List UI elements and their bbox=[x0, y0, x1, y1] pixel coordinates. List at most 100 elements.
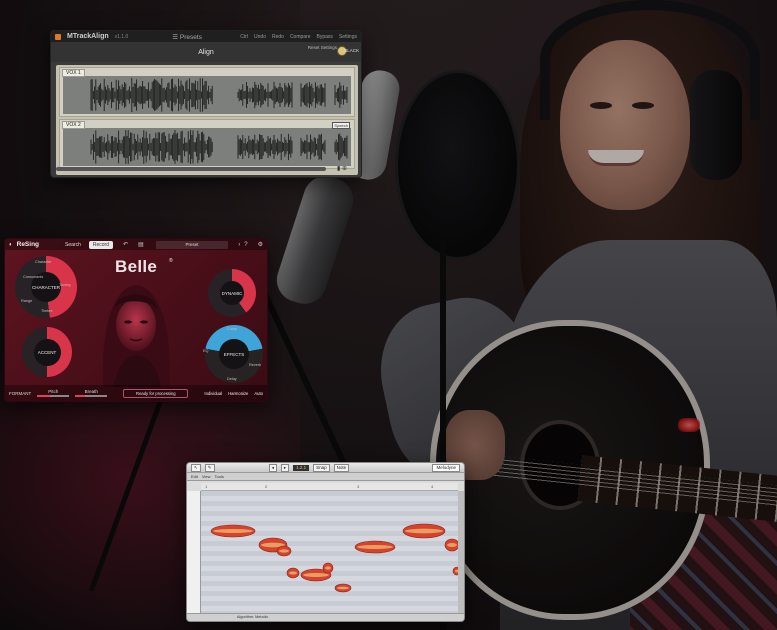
ruler-mark: 2 bbox=[265, 484, 268, 489]
pitch-label: Pitch bbox=[48, 389, 59, 394]
app-name: MTrackAlign bbox=[67, 33, 109, 40]
voice-model-portrait bbox=[102, 285, 170, 387]
pitch-slider[interactable] bbox=[37, 395, 70, 397]
auto-option[interactable]: Auto bbox=[254, 391, 263, 396]
dynamic-dial-label: DYNAMIC bbox=[220, 281, 244, 305]
resing-brand: ReSing bbox=[16, 241, 40, 248]
note-blobs[interactable] bbox=[201, 491, 460, 615]
character-sublabel: Character bbox=[35, 260, 52, 264]
effects-dial-label: EFFECTS bbox=[219, 339, 249, 369]
track-vox-1[interactable]: VOX 1 bbox=[59, 67, 355, 117]
breath-label: Breath bbox=[84, 389, 98, 394]
pitch-editor-toolbar: ↖ ✎ ◂ ▸ 1.2.1 Snap Note Melodyne bbox=[187, 463, 464, 473]
menu-edit[interactable]: Edit bbox=[191, 474, 198, 479]
align-header: Align Reset Settings BLACK bbox=[51, 42, 361, 62]
note-blob-highlight bbox=[337, 586, 349, 590]
tab-search[interactable]: Search bbox=[61, 241, 85, 249]
editor-mode-label[interactable]: Melodyne bbox=[432, 463, 460, 472]
waveform-vox-1 bbox=[90, 78, 348, 112]
dynamic-dial[interactable]: DYNAMIC bbox=[208, 269, 256, 317]
zoom-icons[interactable]: ▮ ⊕ bbox=[337, 165, 347, 172]
note-blob-highlight bbox=[357, 545, 393, 549]
ruler-mark: 3 bbox=[357, 484, 360, 489]
breath-slider[interactable] bbox=[75, 395, 108, 397]
speech-badge[interactable]: Speech bbox=[332, 122, 350, 129]
effects-dial[interactable]: EFFECTS bbox=[205, 325, 263, 383]
pitch-editor-status: Algorithm: Melodic bbox=[187, 613, 464, 621]
preset-field[interactable]: Preset bbox=[155, 240, 229, 249]
toolbar-redo[interactable]: Redo bbox=[272, 34, 284, 40]
effects-reverb-label[interactable]: Reverb bbox=[249, 363, 261, 367]
note-blob-highlight bbox=[289, 571, 297, 575]
note-blob-highlight bbox=[325, 566, 331, 570]
effects-comp-label[interactable]: Comp bbox=[227, 327, 237, 331]
vertical-scrollbar[interactable] bbox=[458, 491, 464, 615]
processing-status-button[interactable]: Ready for processing bbox=[123, 388, 189, 398]
pitch-editor-menu: Edit View Tools bbox=[187, 473, 464, 481]
resing-bottom-bar: FORMANT Pitch Breath Ready for processin… bbox=[5, 385, 267, 401]
app-version: v1.1.0 bbox=[114, 33, 129, 40]
voice-name: Belle bbox=[115, 257, 158, 276]
tuning-sublabel: Tuning bbox=[59, 283, 71, 287]
mtrackalign-toolbar: Ctrl Undo Redo Compare Bypass Settings bbox=[240, 34, 357, 40]
toolbar-settings[interactable]: Settings bbox=[339, 34, 357, 40]
timeline-ruler[interactable]: 1 2 3 4 bbox=[201, 483, 458, 491]
breath-control[interactable]: Breath bbox=[75, 389, 108, 397]
pitch-editor-window: ↖ ✎ ◂ ▸ 1.2.1 Snap Note Melodyne Edit Vi… bbox=[186, 462, 465, 622]
harmonize-option[interactable]: Harmonize bbox=[228, 391, 248, 396]
track-vox-2[interactable]: VOX 2 Speech bbox=[59, 119, 355, 169]
help-icon[interactable]: ? bbox=[244, 242, 247, 248]
resing-window: ◐ ReSing Search Record ↶ ▤ Preset › ? ⚙ … bbox=[4, 238, 268, 402]
undo-icon[interactable]: ↶ bbox=[123, 241, 128, 248]
effects-eq-label[interactable]: EQ bbox=[203, 349, 209, 353]
note-button[interactable]: Note bbox=[333, 463, 350, 472]
note-blob-highlight bbox=[405, 528, 443, 534]
gear-icon[interactable]: ⚙ bbox=[258, 241, 263, 248]
tracks-panel: VOX 1 VOX 2 Speech bbox=[56, 65, 358, 175]
accent-dial[interactable]: ACCENT bbox=[22, 327, 72, 377]
nav-forward-button[interactable]: ▸ bbox=[280, 463, 290, 472]
voice-registered-mark: ® bbox=[169, 258, 173, 264]
tab-record[interactable]: Record bbox=[88, 240, 113, 249]
pitch-tool-icon[interactable]: ✎ bbox=[204, 463, 215, 472]
mtrackalign-logo-icon bbox=[55, 33, 61, 40]
align-section-title: Align bbox=[198, 48, 214, 56]
toolbar-undo[interactable]: Undo bbox=[254, 34, 266, 40]
formant-label: FORMANT bbox=[9, 390, 32, 396]
note-blob-highlight bbox=[303, 573, 329, 577]
individual-option[interactable]: Individual bbox=[204, 391, 222, 396]
note-blob-highlight bbox=[447, 543, 457, 547]
toolbar-ctrl[interactable]: Ctrl bbox=[240, 34, 248, 40]
menu-tools[interactable]: Tools bbox=[215, 474, 224, 479]
toolbar-bypass[interactable]: Bypass bbox=[317, 34, 333, 40]
note-blob-highlight bbox=[213, 529, 253, 533]
timbre-sublabel: Timbre bbox=[41, 309, 53, 313]
mtrackalign-window: MTrackAlign v1.1.0 ☰ Presets Ctrl Undo R… bbox=[50, 30, 362, 178]
piano-keys[interactable] bbox=[187, 491, 201, 615]
menu-view[interactable]: View bbox=[202, 474, 211, 479]
track-label: VOX 2 bbox=[62, 121, 85, 129]
accent-dial-label: ACCENT bbox=[33, 338, 61, 366]
save-icon[interactable]: ▤ bbox=[138, 241, 144, 248]
theme-label[interactable]: BLACK bbox=[344, 48, 359, 53]
mtrackalign-titlebar: MTrackAlign v1.1.0 ☰ Presets Ctrl Undo R… bbox=[51, 31, 361, 42]
position-display: 1.2.1 bbox=[293, 464, 310, 471]
resing-topbar: ◐ ReSing Search Record ↶ ▤ Preset › ? ⚙ bbox=[5, 239, 267, 250]
range-sublabel: Range bbox=[21, 299, 33, 303]
horizontal-scrollbar[interactable] bbox=[56, 167, 326, 171]
pitch-control[interactable]: Pitch bbox=[37, 389, 70, 397]
ruler-mark: 1 bbox=[205, 484, 208, 489]
note-blob-highlight bbox=[279, 549, 289, 553]
arrow-icon[interactable]: › bbox=[238, 242, 240, 248]
resing-logo-icon: ◐ bbox=[9, 241, 13, 248]
nav-back-button[interactable]: ◂ bbox=[268, 463, 277, 472]
pointer-tool-icon[interactable]: ↖ bbox=[191, 463, 201, 472]
toolbar-compare[interactable]: Compare bbox=[290, 34, 311, 40]
effects-delay-label[interactable]: Delay bbox=[227, 377, 237, 381]
track-label: VOX 1 bbox=[62, 69, 85, 77]
snap-button[interactable]: Snap bbox=[313, 463, 330, 472]
presets-button[interactable]: ☰ Presets bbox=[172, 33, 202, 41]
ruler-mark: 4 bbox=[431, 484, 434, 489]
reset-settings-button[interactable]: Reset Settings bbox=[308, 45, 337, 51]
consonants-sublabel: Consonants bbox=[23, 275, 44, 279]
